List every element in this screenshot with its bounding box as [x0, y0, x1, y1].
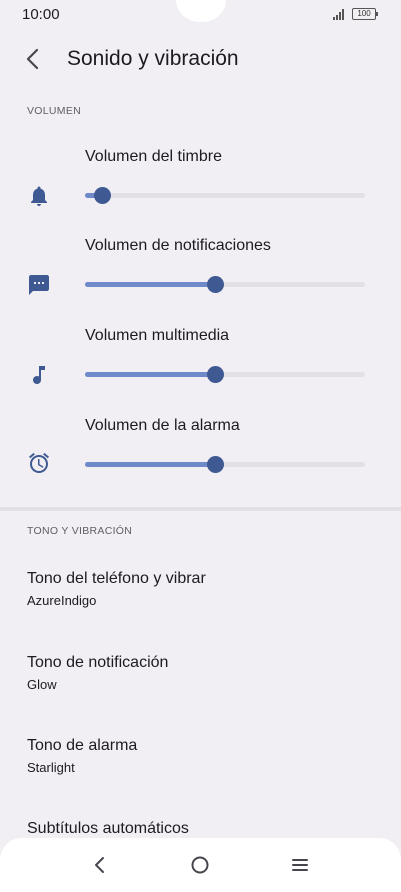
- status-bar: 10:00 100: [0, 0, 401, 30]
- battery-level: 100: [357, 9, 371, 18]
- media-volume-slider[interactable]: [85, 366, 365, 383]
- system-nav-bar: [0, 838, 401, 892]
- signal-icon: [333, 9, 344, 20]
- alarm-volume-row: Volumen de la alarma: [0, 417, 401, 497]
- section-divider: [0, 507, 401, 511]
- slider-thumb[interactable]: [207, 366, 225, 383]
- slider-label: Volumen del timbre: [85, 148, 222, 165]
- pref-subtitle: Starlight: [27, 760, 75, 775]
- notification-volume-slider[interactable]: [85, 276, 365, 293]
- camera-notch: [176, 0, 226, 22]
- slider-label: Volumen multimedia: [85, 327, 230, 344]
- slider-fill: [85, 372, 216, 377]
- chat-icon: [29, 275, 49, 295]
- auto-captions-item[interactable]: Subtítulos automáticos: [27, 820, 189, 838]
- slider-thumb[interactable]: [93, 187, 111, 204]
- slider-label: Volumen de notificaciones: [85, 237, 271, 254]
- slider-thumb[interactable]: [207, 276, 225, 293]
- notification-tone-item[interactable]: Tono de notificación Glow: [27, 654, 168, 692]
- back-arrow-icon[interactable]: [18, 44, 48, 74]
- status-time: 10:00: [22, 6, 60, 23]
- app-bar: Sonido y vibración: [0, 38, 401, 82]
- notification-volume-row: Volumen de notificaciones: [0, 237, 401, 317]
- ring-volume-slider[interactable]: [85, 187, 365, 204]
- ring-volume-row: Volumen del timbre: [0, 148, 401, 228]
- battery-icon: 100: [352, 8, 378, 20]
- pref-subtitle: Glow: [27, 677, 57, 692]
- alarm-icon: [29, 452, 49, 473]
- pref-title: Subtítulos automáticos: [27, 820, 189, 837]
- section-label-volume: VOLUMEN: [27, 105, 82, 117]
- pref-title: Tono de notificación: [27, 654, 169, 671]
- music-note-icon: [33, 366, 45, 384]
- slider-label: Volumen de la alarma: [85, 417, 240, 434]
- pref-subtitle: AzureIndigo: [27, 593, 97, 608]
- nav-home-icon[interactable]: [187, 852, 213, 878]
- nav-menu-icon[interactable]: [287, 852, 313, 878]
- alarm-volume-slider[interactable]: [85, 456, 365, 473]
- bell-icon: [31, 186, 47, 206]
- slider-fill: [85, 282, 216, 287]
- slider-fill: [85, 462, 216, 467]
- section-label-tone: TONO Y VIBRACIÓN: [27, 525, 133, 537]
- alarm-tone-item[interactable]: Tono de alarma Starlight: [27, 737, 137, 775]
- media-volume-row: Volumen multimedia: [0, 327, 401, 407]
- slider-thumb[interactable]: [207, 456, 225, 473]
- ringtone-item[interactable]: Tono del teléfono y vibrar AzureIndigo: [27, 570, 206, 608]
- page-title: Sonido y vibración: [67, 47, 239, 70]
- nav-back-icon[interactable]: [87, 852, 113, 878]
- pref-title: Tono de alarma: [27, 737, 138, 754]
- pref-title: Tono del teléfono y vibrar: [27, 570, 206, 587]
